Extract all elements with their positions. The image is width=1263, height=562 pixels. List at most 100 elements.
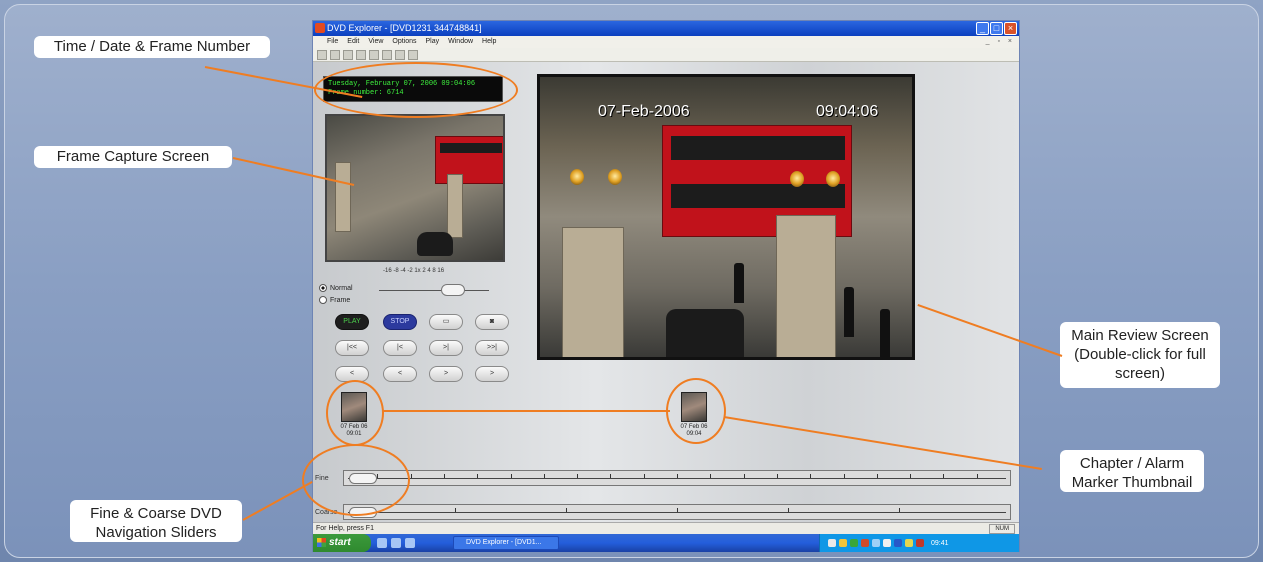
tray-icon-7[interactable] <box>894 539 902 547</box>
callout-frame-capture: Frame Capture Screen <box>34 146 232 168</box>
main-review-screen[interactable]: 07-Feb-2006 09:04:06 <box>537 74 915 360</box>
callout-main-review-line3: screen) <box>1114 365 1166 382</box>
tray-icon-6[interactable] <box>883 539 891 547</box>
speed-scale-labels: -16 -8 -4 -2 1x 2 4 8 16 <box>383 268 445 274</box>
callout-chapter-line1: Chapter / Alarm <box>1079 455 1185 472</box>
play-button[interactable]: PLAY <box>335 314 369 330</box>
playback-speed-slider[interactable] <box>379 282 489 300</box>
lamp-image <box>570 169 584 185</box>
callout-chapter-line2: Marker Thumbnail <box>1071 474 1193 491</box>
taskbar-dvd-explorer[interactable]: DVD Explorer - [DVD1... <box>453 536 559 550</box>
slider-tick <box>677 474 678 478</box>
slider-tick <box>577 474 579 478</box>
highlight-ring-infobox <box>314 62 518 118</box>
frame-radio-label: Frame <box>330 296 351 304</box>
main-pillar-right <box>776 215 836 357</box>
browser-icon[interactable] <box>391 538 401 548</box>
forward-button[interactable]: > <box>429 366 463 382</box>
normal-radio-row[interactable]: Normal <box>319 284 353 292</box>
slider-tick <box>788 508 789 512</box>
slider-tick <box>943 474 945 478</box>
tray-icon-2[interactable] <box>839 539 847 547</box>
close-icon[interactable]: × <box>1004 22 1017 35</box>
tray-icon-5[interactable] <box>872 539 880 547</box>
save-icon[interactable] <box>330 50 340 60</box>
copy-icon[interactable] <box>356 50 366 60</box>
highlight-ring-marker-1 <box>326 380 384 446</box>
frame-radio[interactable] <box>319 296 327 304</box>
normal-radio[interactable] <box>319 284 327 292</box>
print-icon[interactable] <box>382 50 392 60</box>
snapshot-button[interactable]: ▭ <box>429 314 463 330</box>
skip-start-button[interactable]: |<< <box>335 340 369 356</box>
main-pillar-left <box>562 227 624 357</box>
fast-forward-button[interactable]: > <box>475 366 509 382</box>
cut-icon[interactable] <box>343 50 353 60</box>
about-icon[interactable] <box>395 50 405 60</box>
highlight-ring-marker-2 <box>666 378 726 444</box>
menu-window[interactable]: Window <box>448 36 473 48</box>
status-help-text: For Help, press F1 <box>316 525 374 532</box>
pedestrian-image-3 <box>880 309 890 357</box>
workspace: Tuesday, February 07, 2006 09:04:06 Fram… <box>313 62 1019 522</box>
slider-tick <box>610 474 612 478</box>
main-date-overlay: 07-Feb-2006 <box>598 103 690 120</box>
menu-file[interactable]: File <box>327 36 338 48</box>
lamp-image-4 <box>826 171 840 187</box>
tray-icon-3[interactable] <box>850 539 858 547</box>
menu-view[interactable]: View <box>368 36 383 48</box>
slider-tick <box>710 474 712 478</box>
menu-play[interactable]: Play <box>426 36 440 48</box>
tray-icon-9[interactable] <box>916 539 924 547</box>
stop-button[interactable]: STOP <box>383 314 417 330</box>
minimize-icon[interactable]: _ <box>976 22 989 35</box>
main-taxi-image <box>666 309 744 357</box>
menu-options[interactable]: Options <box>392 36 416 48</box>
window-title: DVD Explorer - [DVD1231 344748841] <box>327 23 482 33</box>
tray-icon[interactable] <box>828 539 836 547</box>
menu-help[interactable]: Help <box>482 36 496 48</box>
coarse-navigation-slider[interactable] <box>343 504 1011 520</box>
skip-end-button[interactable]: >>| <box>475 340 509 356</box>
frame-radio-row[interactable]: Frame <box>319 296 350 304</box>
fine-navigation-slider[interactable] <box>343 470 1011 486</box>
tray-icon-8[interactable] <box>905 539 913 547</box>
slider-tick <box>543 474 545 478</box>
slider-tick <box>743 474 745 478</box>
highlight-ring-nav <box>302 444 410 516</box>
frame-icon: ▭ <box>442 318 450 325</box>
speed-slider-thumb[interactable] <box>441 284 465 296</box>
slider-tick <box>876 474 878 478</box>
folder-icon[interactable] <box>405 538 415 548</box>
pedestrian-image-2 <box>844 287 854 337</box>
capture-pillar-image <box>335 162 351 232</box>
start-button[interactable]: start <box>313 534 371 552</box>
lamp-image-3 <box>790 171 804 187</box>
callout-nav-sliders: Fine & Coarse DVD Navigation Sliders <box>70 500 242 542</box>
capture-taxi-image <box>417 232 453 256</box>
callout-main-review: Main Review Screen (Double-click for ful… <box>1060 322 1220 388</box>
menu-edit[interactable]: Edit <box>347 36 359 48</box>
step-forward-button[interactable]: >| <box>429 340 463 356</box>
slider-tick <box>810 474 812 478</box>
open-icon[interactable] <box>317 50 327 60</box>
slider-tick <box>899 508 900 512</box>
paste-icon[interactable] <box>369 50 379 60</box>
frame-capture-screen[interactable] <box>325 114 505 262</box>
capture-pillar-image-2 <box>447 174 463 238</box>
mdi-window-controls[interactable]: _ ▫ × <box>986 36 1015 48</box>
desktop-icon[interactable] <box>377 538 387 548</box>
taskbar-clock: 09:41 <box>931 539 949 547</box>
maximize-icon[interactable]: □ <box>990 22 1003 35</box>
slider-tick <box>677 508 678 512</box>
camera-button[interactable]: ◙ <box>475 314 509 330</box>
back-button[interactable]: < <box>383 366 417 382</box>
slider-tick <box>510 474 512 478</box>
help-pointer-icon[interactable] <box>408 50 418 60</box>
main-time-overlay: 09:04:06 <box>816 103 879 120</box>
callout-nav-line2: Navigation Sliders <box>95 524 217 541</box>
tray-icon-4[interactable] <box>861 539 869 547</box>
step-back-button[interactable]: |< <box>383 340 417 356</box>
app-icon <box>315 23 325 33</box>
title-bar[interactable]: DVD Explorer - [DVD1231 344748841] _ □ × <box>313 21 1019 36</box>
